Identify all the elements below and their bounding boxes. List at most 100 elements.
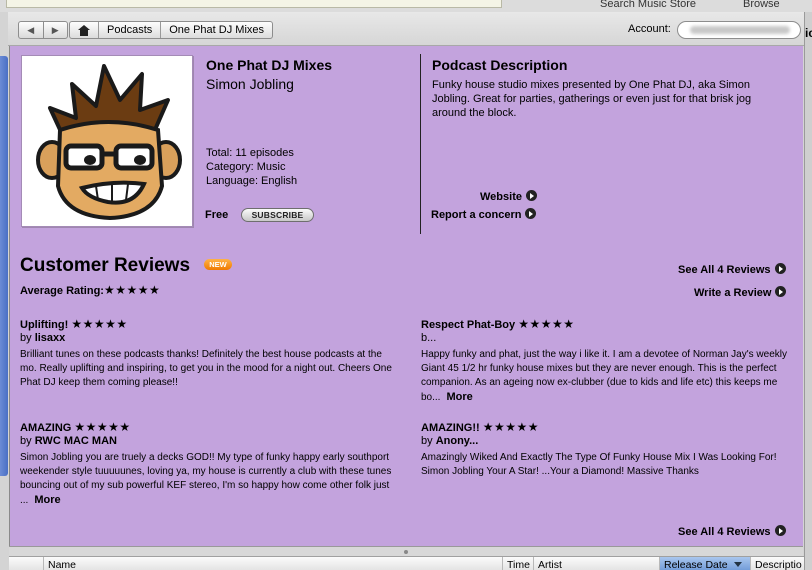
cartoon-dj-face-image xyxy=(36,64,182,221)
review-byline: by Anony... xyxy=(421,435,793,451)
review-item: Respect Phat-Boy ★★★★★ b... Happy funky … xyxy=(421,317,793,405)
see-all-reviews-label: See All 4 Reviews xyxy=(678,526,771,538)
forward-arrow-icon: ▶ xyxy=(51,24,59,35)
podcast-artwork xyxy=(21,55,193,227)
column-header-description[interactable]: Descriptio xyxy=(750,557,804,570)
write-review-label: Write a Review xyxy=(694,287,772,299)
arrow-right-circle-icon xyxy=(525,190,537,201)
browse-label[interactable]: Browse xyxy=(743,0,780,10)
review-item: Uplifting! ★★★★★ by lisaxx Brilliant tun… xyxy=(20,317,392,390)
review-title-text: AMAZING!! xyxy=(421,422,480,434)
see-all-reviews-link[interactable]: See All 4 Reviews xyxy=(678,263,786,276)
review-text: Simon Jobling you are truely a decks GOD… xyxy=(20,451,392,508)
reviews-heading: Customer Reviews xyxy=(20,255,191,276)
website-label: Website xyxy=(480,191,522,203)
more-link[interactable]: More xyxy=(446,391,472,403)
right-window-edge: ic xyxy=(804,12,812,570)
arrow-right-circle-icon xyxy=(774,525,786,536)
review-title-text: Uplifting! xyxy=(20,319,69,331)
review-by: by xyxy=(20,435,32,447)
report-concern-link[interactable]: Report a concern xyxy=(431,208,537,221)
review-text: Amazingly Wiked And Exactly The Type Of … xyxy=(421,452,777,477)
splitter-grip-icon xyxy=(404,550,408,554)
review-title-text: Respect Phat-Boy xyxy=(421,319,516,331)
review-title: AMAZING ★★★★★ xyxy=(20,420,392,435)
pane-splitter[interactable] xyxy=(9,546,803,556)
podcast-author[interactable]: Simon Jobling xyxy=(206,76,294,92)
description-text: Funky house studio mixes presented by On… xyxy=(432,79,752,119)
see-all-reviews-label: See All 4 Reviews xyxy=(678,264,771,276)
episode-count: Total: 11 episodes xyxy=(206,147,294,159)
arrow-right-circle-icon xyxy=(525,208,537,219)
arrow-right-circle-icon xyxy=(775,286,787,297)
source-list-selection xyxy=(0,56,8,476)
column-header-release-date[interactable]: Release Date xyxy=(659,557,750,570)
account-value-redacted xyxy=(690,26,790,34)
review-title: Uplifting! ★★★★★ xyxy=(20,317,392,332)
review-byline: by RWC MAC MAN xyxy=(20,435,392,451)
see-all-reviews-link-bottom[interactable]: See All 4 Reviews xyxy=(678,525,786,538)
review-byline: by lisaxx xyxy=(20,332,392,348)
back-arrow-icon: ◀ xyxy=(27,24,35,35)
column-header-blank[interactable] xyxy=(9,557,43,570)
sort-descending-icon xyxy=(733,562,742,567)
breadcrumb: Podcasts One Phat DJ Mixes xyxy=(69,21,274,39)
back-forward-buttons: ◀ ▶ xyxy=(18,21,68,39)
column-header-name[interactable]: Name xyxy=(43,557,475,570)
report-concern-label: Report a concern xyxy=(431,209,522,221)
search-store-label: Search Music Store xyxy=(600,0,696,10)
column-header-artist[interactable]: Artist xyxy=(533,557,659,570)
window-top-strip: Search Music Store Browse xyxy=(0,0,812,12)
review-title: Respect Phat-Boy ★★★★★ xyxy=(421,317,793,332)
podcast-page: One Phat DJ Mixes Simon Jobling Total: 1… xyxy=(9,46,803,546)
average-rating-label: Average Rating: xyxy=(20,285,104,297)
store-nav-bar: ◀ ▶ Podcasts One Phat DJ Mixes Account: xyxy=(8,12,804,46)
review-text-body: Simon Jobling you are truely a decks GOD… xyxy=(20,452,392,506)
category: Category: Music xyxy=(206,161,286,173)
review-author: lisaxx xyxy=(34,332,66,344)
track-list-header: Name Time Artist Release Date Descriptio xyxy=(9,556,804,570)
column-header-time[interactable]: Time xyxy=(502,557,533,570)
podcast-title: One Phat DJ Mixes xyxy=(206,57,333,73)
search-field[interactable] xyxy=(6,0,502,8)
review-item: AMAZING ★★★★★ by RWC MAC MAN Simon Jobli… xyxy=(20,420,392,508)
write-review-link[interactable]: Write a Review xyxy=(694,286,787,299)
average-rating-stars: ★★★★★ xyxy=(103,283,161,297)
account-field[interactable] xyxy=(677,21,801,39)
breadcrumb-current[interactable]: One Phat DJ Mixes xyxy=(160,22,272,38)
review-byline: b... xyxy=(421,332,793,348)
review-by: by xyxy=(20,332,32,344)
review-title-text: AMAZING xyxy=(20,422,72,434)
review-text: Brilliant tunes on these podcasts thanks… xyxy=(20,349,392,388)
back-button[interactable]: ◀ xyxy=(19,22,43,38)
review-by: by xyxy=(421,435,433,447)
breadcrumb-home[interactable] xyxy=(70,22,98,38)
account-label: Account: xyxy=(628,23,671,35)
new-badge: NEW xyxy=(204,259,232,270)
review-stars: ★★★★★ xyxy=(71,317,128,331)
price: Free xyxy=(205,209,229,221)
review-text-body: Happy funky and phat, just the way i lik… xyxy=(421,349,787,403)
arrow-right-circle-icon xyxy=(774,263,786,274)
review-author: Anony... xyxy=(435,435,479,447)
home-icon xyxy=(78,24,90,36)
review-item: AMAZING!! ★★★★★ by Anony... Amazingly Wi… xyxy=(421,420,793,479)
review-author: RWC MAC MAN xyxy=(34,435,117,447)
edge-text-fragment: ic xyxy=(805,26,812,40)
website-link[interactable]: Website xyxy=(480,190,537,203)
language: Language: English xyxy=(206,175,298,187)
source-list-edge xyxy=(0,12,8,570)
forward-button[interactable]: ▶ xyxy=(42,22,68,38)
review-stars: ★★★★★ xyxy=(518,317,575,331)
breadcrumb-podcasts[interactable]: Podcasts xyxy=(98,22,160,38)
release-date-label: Release Date xyxy=(664,559,728,570)
review-stars: ★★★★★ xyxy=(74,420,131,434)
vertical-divider xyxy=(420,54,421,234)
review-stars: ★★★★★ xyxy=(482,420,540,434)
review-by: b... xyxy=(421,332,437,344)
review-text: Happy funky and phat, just the way i lik… xyxy=(421,348,793,405)
review-title: AMAZING!! ★★★★★ xyxy=(421,420,793,435)
average-rating: Average Rating:★★★★★ xyxy=(20,283,160,297)
subscribe-button[interactable]: SUBSCRIBE xyxy=(241,208,314,222)
more-link[interactable]: More xyxy=(34,494,60,506)
